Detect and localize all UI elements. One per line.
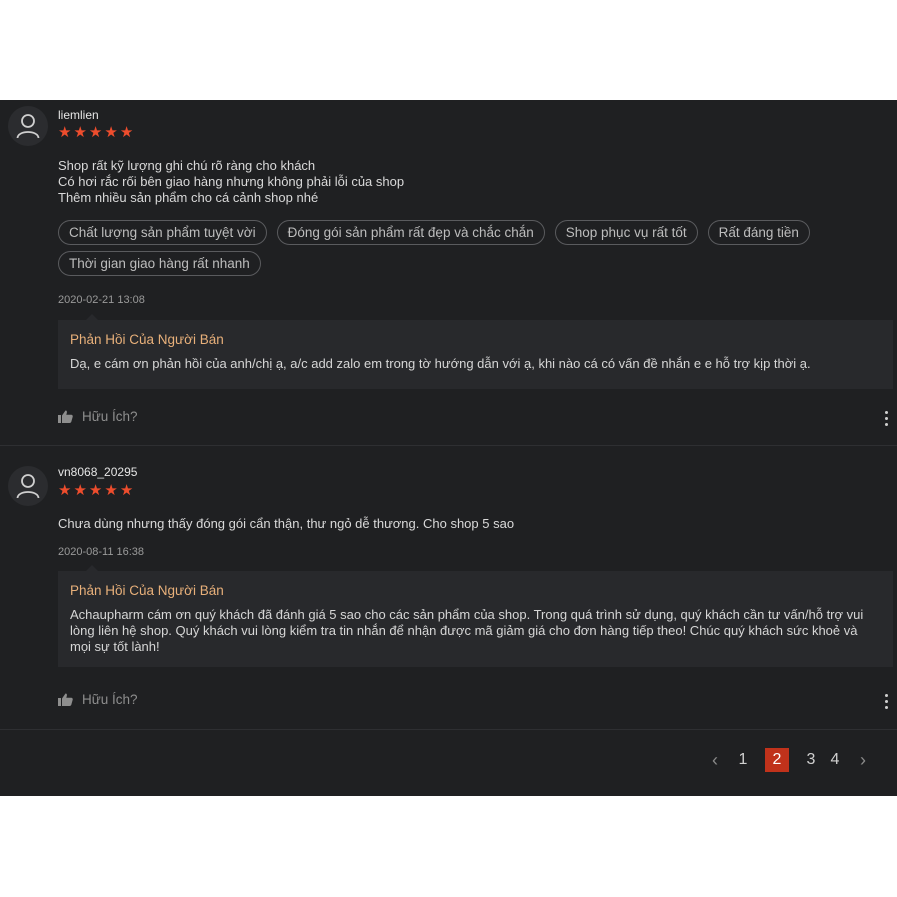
user-icon: [16, 474, 40, 499]
chevron-right-icon[interactable]: ›: [857, 750, 869, 771]
helpful-button[interactable]: Hữu Ích?: [58, 409, 138, 424]
thumbs-up-icon: [58, 410, 73, 423]
page-button-2-current[interactable]: 2: [765, 748, 789, 772]
star-icon: ★: [88, 124, 103, 141]
review-author[interactable]: vn8068_20295: [58, 465, 137, 479]
star-icon: ★: [119, 482, 134, 499]
chevron-left-icon[interactable]: ‹: [709, 750, 721, 771]
review-author[interactable]: liemlien: [58, 108, 99, 122]
star-icon: ★: [88, 482, 103, 499]
review-text: Shop rất kỹ lượng ghi chú rõ ràng cho kh…: [58, 158, 405, 205]
review-tag: Rất đáng tiền: [707, 220, 810, 245]
star-icon: ★: [58, 124, 72, 141]
pagination: ‹ 1 2 3 4 ›: [699, 748, 879, 772]
review-tag: Chất lượng sản phẩm tuyệt vời: [58, 220, 267, 245]
review-date: 2020-08-11 16:38: [58, 546, 145, 558]
rating-stars: ★ ★ ★ ★ ★: [58, 124, 135, 141]
star-icon: ★: [73, 124, 87, 141]
review-text: Chưa dùng nhưng thấy đóng gói cẩn thận, …: [58, 516, 515, 531]
star-icon: ★: [119, 124, 134, 141]
page-button-4[interactable]: 4: [829, 751, 841, 769]
seller-reply-title: Phản Hồi Của Người Bán: [70, 332, 224, 347]
page-button-3[interactable]: 3: [805, 751, 817, 769]
review-tag: Shop phục vụ rất tốt: [554, 220, 698, 245]
more-options-icon[interactable]: [885, 411, 889, 429]
review-tag: Thời gian giao hàng rất nhanh: [58, 251, 261, 276]
user-icon: [16, 114, 40, 139]
seller-reply-text: Achaupharm cám ơn quý khách đã đánh giá …: [70, 607, 864, 654]
rating-stars: ★ ★ ★ ★ ★: [58, 482, 135, 499]
star-icon: ★: [58, 482, 72, 499]
avatar[interactable]: [8, 466, 48, 506]
reviews-panel: liemlien ★ ★ ★ ★ ★ Shop rất kỹ lượng ghi chú…: [0, 100, 897, 796]
seller-reply: Phản Hồi Của Người Bán Achaupharm cám ơn…: [58, 565, 893, 667]
seller-reply-title: Phản Hồi Của Người Bán: [70, 583, 224, 598]
star-icon: ★: [73, 482, 87, 499]
review-item: vn8068_20295 ★ ★ ★ ★ ★ Chưa dùng nhưng thấy …: [0, 446, 897, 730]
avatar[interactable]: [8, 106, 48, 146]
seller-reply: Phản Hồi Của Người Bán Dạ, e cám ơn phản…: [58, 314, 893, 389]
helpful-label: Hữu Ích?: [82, 692, 138, 707]
helpful-button[interactable]: Hữu Ích?: [58, 692, 138, 707]
thumbs-up-icon: [58, 693, 73, 706]
review-date: 2020-02-21 13:08: [58, 294, 145, 306]
review-tag: Đóng gói sản phẩm rất đẹp và chắc chắn: [276, 220, 545, 245]
review-tags: Chất lượng sản phẩm tuyệt vời Đóng gói s…: [58, 220, 853, 276]
page-button-1[interactable]: 1: [737, 751, 749, 769]
helpful-label: Hữu Ích?: [82, 409, 138, 424]
star-icon: ★: [104, 124, 118, 141]
review-item: liemlien ★ ★ ★ ★ ★ Shop rất kỹ lượng ghi chú…: [0, 100, 897, 446]
more-options-icon[interactable]: [885, 694, 889, 712]
star-icon: ★: [104, 482, 118, 499]
seller-reply-text: Dạ, e cám ơn phản hồi của anh/chị ạ, a/c…: [70, 356, 811, 371]
